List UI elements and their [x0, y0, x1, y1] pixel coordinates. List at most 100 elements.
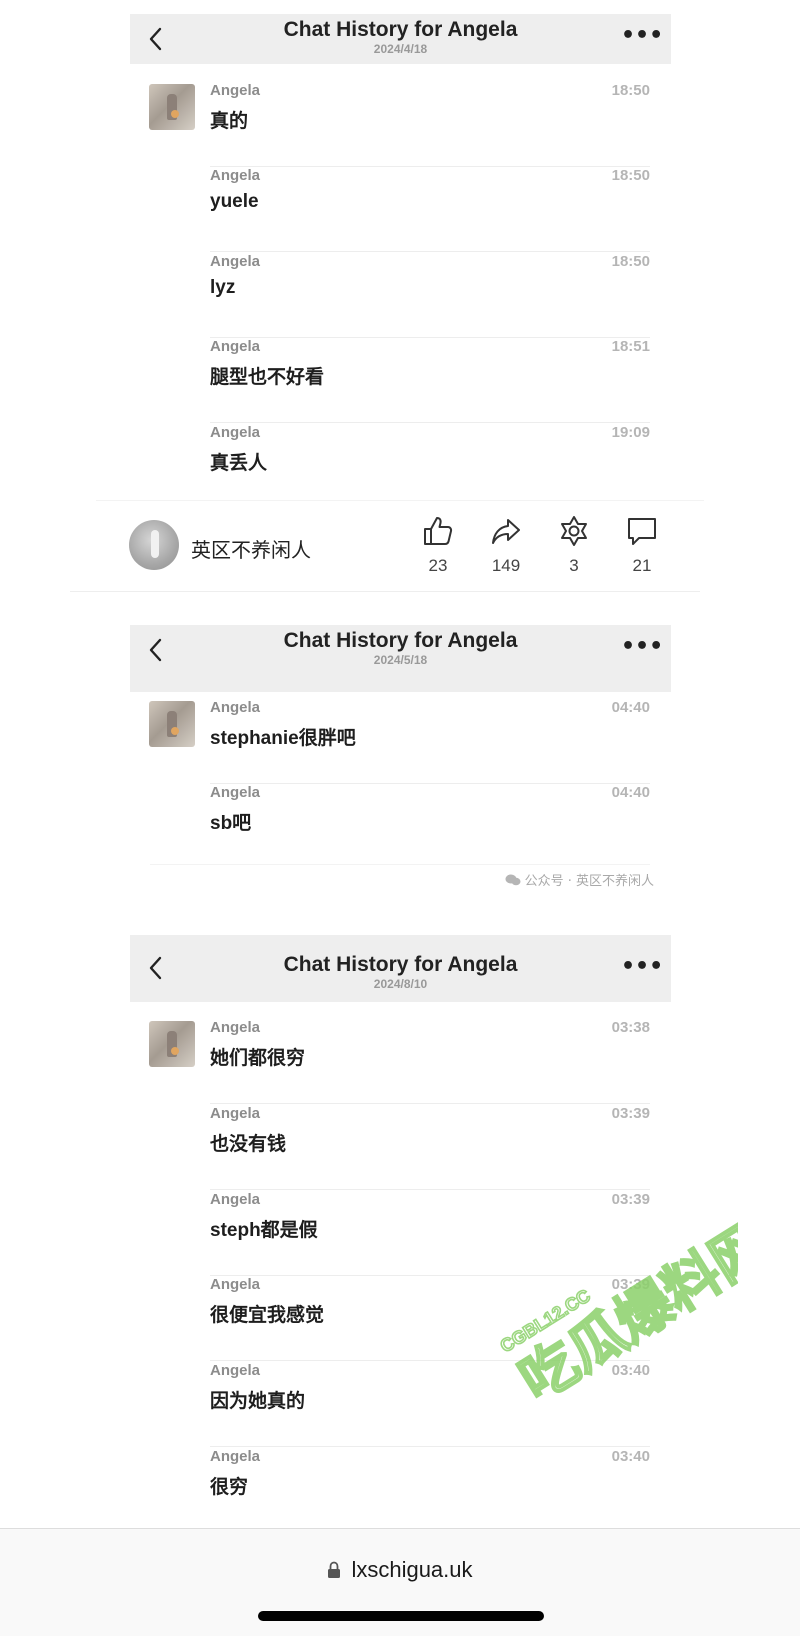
message-time: 18:50: [611, 253, 650, 270]
avatar: [149, 701, 195, 747]
wechat-watermark: 公众号 · 英区不养闲人: [505, 870, 654, 889]
divider: [150, 864, 650, 865]
list-item: Angela 04:40 sb吧: [210, 784, 650, 869]
message-sender: Angela: [210, 1362, 261, 1379]
header-date: 2024/5/18: [373, 653, 428, 667]
browser-bottom-bar: lxschigua.uk: [0, 1528, 800, 1636]
home-indicator[interactable]: [258, 1611, 544, 1621]
message-sender: Angela: [210, 167, 261, 184]
list-item: Angela 03:39 也没有钱: [210, 1105, 650, 1190]
chevron-left-icon: [149, 27, 162, 51]
message-sender: Angela: [210, 699, 261, 716]
back-button[interactable]: [144, 635, 168, 665]
header-title-block: Chat History for Angela 2024/4/18: [200, 18, 601, 56]
wechat-icon: [505, 874, 521, 886]
list-item: Angela 19:09 真丢人: [210, 424, 650, 509]
list-item: Angela 04:40 stephanie很胖吧: [210, 699, 650, 784]
message-text: 很穷: [210, 1477, 249, 1498]
message-text: lyz: [210, 277, 236, 298]
message-text: 很便宜我感觉: [210, 1305, 325, 1326]
more-dots-icon: •••: [621, 954, 664, 979]
header-date: 2024/4/18: [373, 42, 428, 56]
like-count: 23: [428, 556, 448, 575]
lock-icon: [328, 1561, 341, 1578]
message-time: 03:39: [611, 1191, 650, 1208]
account-name[interactable]: 英区不养闲人: [191, 534, 311, 563]
message-sender: Angela: [210, 82, 261, 99]
message-text: 因为她真的: [210, 1391, 306, 1412]
message-text: sb吧: [210, 813, 252, 834]
header-date: 2024/8/10: [373, 977, 428, 991]
message-text: 腿型也不好看: [210, 367, 325, 388]
list-item: Angela 18:50 真的: [210, 82, 650, 167]
list-item: Angela 03:38 她们都很穷: [210, 1019, 650, 1104]
message-time: 18:51: [611, 338, 650, 355]
list-item: Angela 03:40 因为她真的: [210, 1362, 650, 1447]
star-icon: [561, 516, 587, 546]
message-text: yuele: [210, 191, 259, 212]
header-title-block: Chat History for Angela 2024/8/10: [200, 953, 601, 991]
chat-header: Chat History for Angela 2024/5/18 •••: [130, 625, 671, 692]
url-bar[interactable]: lxschigua.uk: [0, 1557, 800, 1583]
message-sender: Angela: [210, 253, 261, 270]
more-button[interactable]: •••: [621, 956, 663, 981]
more-button[interactable]: •••: [621, 25, 663, 50]
message-sender: Angela: [210, 1276, 261, 1293]
message-text: 真丢人: [210, 453, 268, 474]
favorite-count: 3: [569, 556, 579, 575]
message-text: 也没有钱: [210, 1134, 287, 1155]
account-avatar[interactable]: [129, 520, 179, 570]
avatar: [149, 1021, 195, 1067]
list-item: Angela 03:40 很穷: [210, 1448, 650, 1533]
list-item: Angela 03:39 steph都是假: [210, 1191, 650, 1276]
url-text: lxschigua.uk: [351, 1557, 473, 1582]
chevron-left-icon: [149, 956, 162, 980]
thumbs-up-icon: [424, 517, 453, 545]
back-button[interactable]: [144, 24, 168, 54]
page-title: Chat History for Angela: [283, 953, 518, 976]
list-item: Angela 18:50 lyz: [210, 253, 650, 338]
social-action-bar: 英区不养闲人 23 149 3 21: [0, 500, 800, 592]
message-time: 04:40: [611, 784, 650, 801]
page-title: Chat History for Angela: [283, 18, 518, 41]
message-sender: Angela: [210, 1019, 261, 1036]
list-item: Angela 03:39 很便宜我感觉: [210, 1276, 650, 1361]
message-text: stephanie很胖吧: [210, 728, 356, 749]
message-text: 真的: [210, 111, 249, 132]
chat-header: Chat History for Angela 2024/8/10 •••: [130, 935, 671, 1002]
header-title-block: Chat History for Angela 2024/5/18: [200, 629, 601, 667]
message-time: 03:40: [611, 1448, 650, 1465]
avatar: [149, 84, 195, 130]
more-button[interactable]: •••: [621, 636, 663, 661]
message-sender: Angela: [210, 1191, 261, 1208]
share-button[interactable]: 149: [476, 514, 536, 580]
comment-button[interactable]: 21: [612, 514, 672, 580]
like-button[interactable]: 23: [408, 514, 468, 580]
message-sender: Angela: [210, 338, 261, 355]
share-arrow-icon: [492, 519, 520, 544]
message-time: 03:39: [611, 1105, 650, 1122]
more-dots-icon: •••: [621, 23, 664, 48]
message-sender: Angela: [210, 784, 261, 801]
message-text: 她们都很穷: [210, 1048, 306, 1069]
message-time: 03:39: [611, 1276, 650, 1293]
chat-header: Chat History for Angela 2024/4/18 •••: [130, 14, 671, 64]
back-button[interactable]: [144, 953, 168, 983]
message-sender: Angela: [210, 1105, 261, 1122]
chevron-left-icon: [149, 638, 162, 662]
message-time: 18:50: [611, 167, 650, 184]
page-title: Chat History for Angela: [283, 629, 518, 652]
message-time: 18:50: [611, 82, 650, 99]
wechat-watermark-text: 公众号 · 英区不养闲人: [524, 874, 654, 889]
more-dots-icon: •••: [621, 634, 664, 659]
message-time: 19:09: [611, 424, 650, 441]
message-time: 04:40: [611, 699, 650, 716]
message-text: steph都是假: [210, 1220, 318, 1241]
list-item: Angela 18:51 腿型也不好看: [210, 338, 650, 423]
list-item: Angela 18:50 yuele: [210, 167, 650, 252]
comment-count: 21: [632, 556, 652, 575]
message-time: 03:40: [611, 1362, 650, 1379]
favorite-button[interactable]: 3: [544, 514, 604, 580]
message-sender: Angela: [210, 1448, 261, 1465]
message-time: 03:38: [611, 1019, 650, 1036]
